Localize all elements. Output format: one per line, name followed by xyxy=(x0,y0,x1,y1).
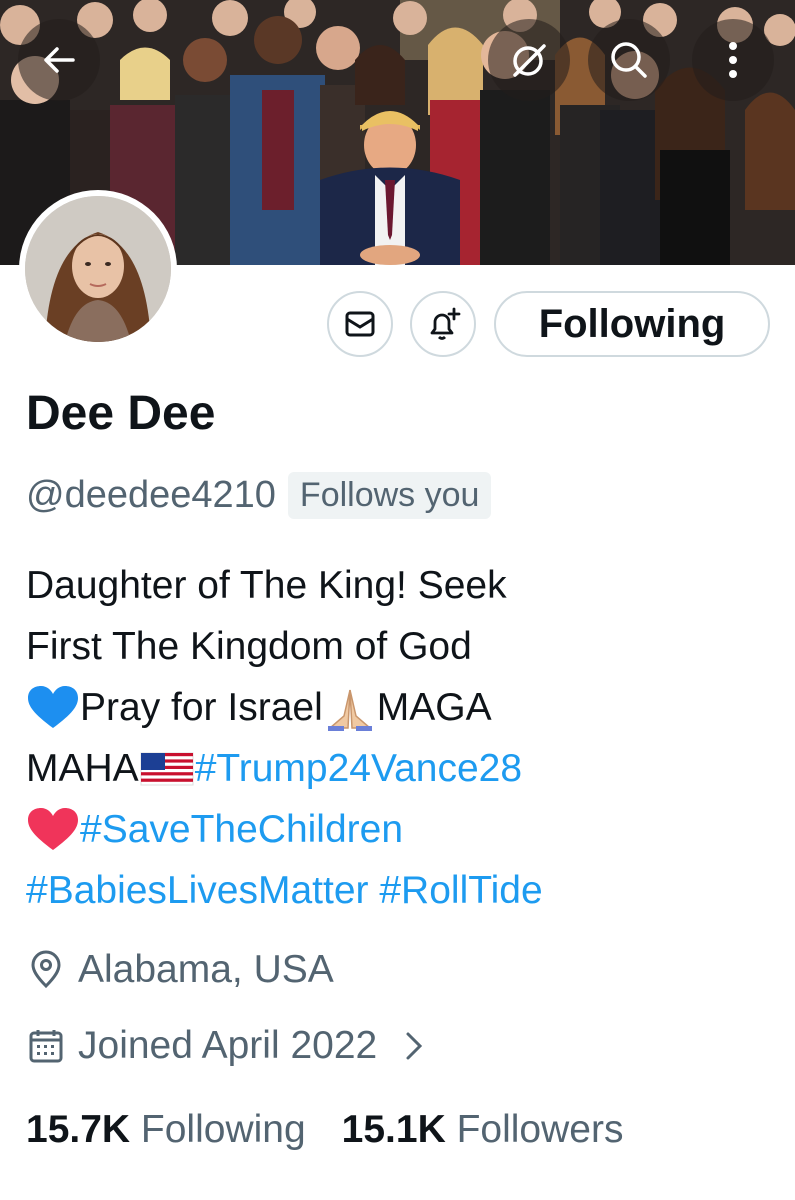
follows-you-badge: Follows you xyxy=(287,472,492,519)
following-count: 15.7K xyxy=(26,1108,131,1151)
bio: Daughter of The King! Seek First The Kin… xyxy=(26,555,766,921)
back-arrow-icon xyxy=(44,47,75,73)
back-button[interactable] xyxy=(18,19,100,101)
grok-icon xyxy=(513,44,546,77)
bio-text: Daughter of The King! Seek xyxy=(26,564,507,607)
blue-heart-icon xyxy=(28,685,78,728)
message-button[interactable] xyxy=(327,291,393,357)
handle-row: @deedee4210 Follows you xyxy=(26,472,492,519)
following-label: Following xyxy=(140,1108,306,1151)
search-button[interactable] xyxy=(588,19,670,101)
mail-icon xyxy=(345,311,375,337)
chevron-right-icon xyxy=(406,1032,423,1060)
bio-line: First The Kingdom of God xyxy=(26,616,766,677)
bio-line: #SaveTheChildren xyxy=(26,799,766,860)
followers-label: Followers xyxy=(456,1108,624,1151)
avatar-image xyxy=(25,196,171,342)
location: Alabama, USA xyxy=(26,948,334,992)
bio-line: Pray for Israel MAGA xyxy=(26,677,766,738)
hashtag-link[interactable]: #BabiesLivesMatter xyxy=(26,860,369,921)
follow-stats: 15.7K Following 15.1K Followers xyxy=(26,1108,659,1152)
grok-button[interactable] xyxy=(488,19,570,101)
more-options-button[interactable] xyxy=(692,19,774,101)
us-flag-icon xyxy=(140,752,194,785)
joined-text: Joined April 2022 xyxy=(78,1024,378,1067)
red-heart-icon xyxy=(28,807,78,850)
more-icon xyxy=(729,42,737,78)
search-icon xyxy=(611,42,647,78)
calendar-icon xyxy=(29,1030,63,1063)
notifications-button[interactable] xyxy=(410,291,476,357)
bio-text: MAGA xyxy=(376,686,492,729)
bio-text: MAHA xyxy=(26,747,139,790)
hashtag-link[interactable]: #SaveTheChildren xyxy=(80,799,403,860)
username-handle: @deedee4210 xyxy=(26,474,276,516)
location-pin-icon xyxy=(31,950,61,989)
following-button[interactable]: Following xyxy=(494,291,770,357)
praying-hands-icon xyxy=(327,689,372,731)
joined-date[interactable]: Joined April 2022 xyxy=(26,1024,441,1068)
followers-stat[interactable]: 15.1K Followers xyxy=(342,1108,624,1152)
followers-count: 15.1K xyxy=(341,1108,446,1151)
hashtag-link[interactable]: #Trump24Vance28 xyxy=(195,738,522,799)
bio-line: Daughter of The King! Seek xyxy=(26,555,766,616)
bio-text: Pray for Israel xyxy=(80,686,323,729)
hashtag-link[interactable]: #RollTide xyxy=(379,860,542,921)
following-stat[interactable]: 15.7K Following xyxy=(26,1108,306,1152)
location-text: Alabama, USA xyxy=(78,948,334,991)
bio-line: MAHA #Trump24Vance28 xyxy=(26,738,766,799)
bell-plus-icon xyxy=(430,307,461,340)
avatar[interactable] xyxy=(19,190,177,348)
bio-line: #BabiesLivesMatter #RollTide xyxy=(26,860,766,921)
display-name: Dee Dee xyxy=(26,387,216,440)
bio-text: First The Kingdom of God xyxy=(26,625,472,668)
